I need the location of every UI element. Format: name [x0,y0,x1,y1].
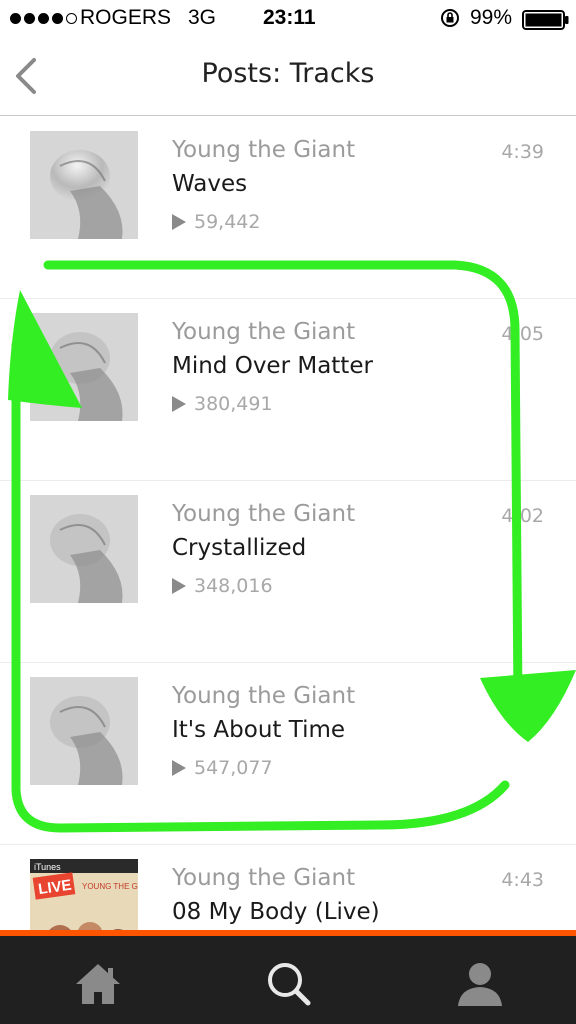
track-row[interactable]: Young the Giant Mind Over Matter 380,491… [0,299,576,481]
tab-search[interactable] [258,956,318,1010]
play-count-value: 380,491 [194,393,273,415]
page-title: Posts: Tracks [201,58,375,89]
rotation-lock-icon [441,9,459,27]
track-row[interactable]: Young the Giant It's About Time 547,077 [0,663,576,845]
status-time: 23:11 [263,6,316,29]
track-row[interactable]: Young the Giant Crystallized 348,016 4:0… [0,481,576,663]
album-art [30,131,138,239]
profile-icon [458,963,502,1006]
track-duration: 4:05 [501,323,544,345]
track-row[interactable]: Young the Giant Waves 59,442 4:39 [0,117,576,299]
navigation-bar: Posts: Tracks [0,38,576,116]
track-artist: Young the Giant [172,865,356,891]
track-title: Mind Over Matter [172,353,373,379]
play-count: 547,077 [172,757,273,779]
track-duration: 4:43 [501,869,544,891]
carrier-name: ROGERS [80,6,172,29]
battery-icon [522,10,569,30]
track-artist: Young the Giant [172,137,356,163]
status-bar: ROGERS 3G 23:11 99% [0,0,576,38]
track-title: It's About Time [172,717,346,743]
track-title: Crystallized [172,535,307,561]
live-cover-band: YOUNG THE GIANT [82,882,138,891]
signal-strength-icon [10,13,77,24]
play-count: 348,016 [172,575,273,597]
album-art [30,677,138,785]
track-duration: 4:39 [501,141,544,163]
track-artist: Young the Giant [172,319,356,345]
tab-home[interactable] [68,956,128,1010]
home-icon [76,964,120,1004]
play-count: 59,442 [172,211,260,233]
play-count-value: 348,016 [194,575,273,597]
album-art [30,495,138,603]
play-count-value: 59,442 [194,211,261,233]
search-icon [268,963,311,1006]
play-count-value: 547,077 [194,757,273,779]
play-icon [172,214,186,230]
play-icon [172,396,186,412]
track-title: 08 My Body (Live) [172,899,380,925]
track-title: Waves [172,171,248,197]
album-art [30,313,138,421]
tab-bar [0,930,576,1024]
app-screen: ROGERS 3G 23:11 99% Posts: Tracks Young … [0,0,576,1024]
tab-profile[interactable] [450,956,510,1010]
play-icon [172,578,186,594]
track-duration: 4:02 [501,505,544,527]
play-count: 380,491 [172,393,273,415]
network-type: 3G [188,6,217,29]
track-list: Young the Giant Waves 59,442 4:39 Young … [0,117,576,1024]
play-icon [172,760,186,776]
battery-percentage: 99% [470,6,513,29]
track-artist: Young the Giant [172,501,356,527]
live-cover-brand: iTunes [34,862,61,872]
track-artist: Young the Giant [172,683,356,709]
